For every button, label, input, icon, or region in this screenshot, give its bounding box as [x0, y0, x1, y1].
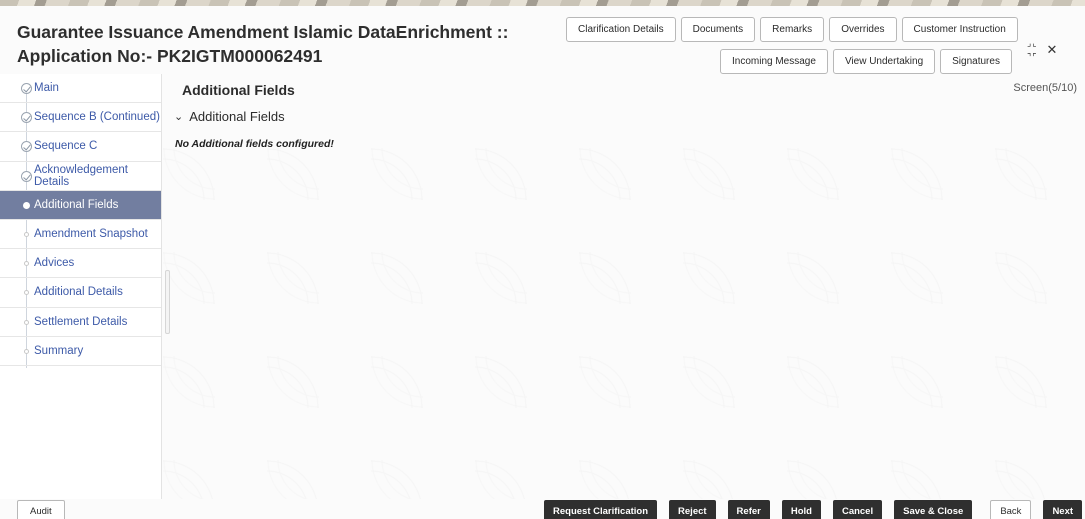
overrides-button[interactable]: Overrides	[829, 17, 897, 42]
completed-check-icon	[21, 112, 32, 124]
additional-fields-section-toggle[interactable]: ⌄ Additional Fields	[174, 109, 285, 124]
sidebar-item-label: Additional Details	[34, 286, 123, 299]
pending-step-icon	[24, 290, 29, 296]
current-step-icon	[23, 201, 30, 209]
back-button[interactable]: Back	[990, 500, 1032, 519]
documents-button[interactable]: Documents	[680, 17, 756, 42]
collapse-icon[interactable]: ⌟⌞ ⌝⌜	[1027, 36, 1037, 64]
incoming-message-button[interactable]: Incoming Message	[720, 49, 828, 74]
sidebar-item-sequence-c[interactable]: Sequence C	[0, 132, 161, 162]
completed-check-icon	[21, 141, 32, 153]
sidebar-item-label: Main	[34, 82, 59, 95]
sidebar-item-label: Sequence C	[34, 140, 98, 153]
completed-check-icon	[21, 83, 32, 94]
page-title: Guarantee Issuance Amendment Islamic Dat…	[17, 20, 557, 68]
sidebar-item-label: Acknowledgement Details	[34, 163, 128, 188]
sidebar-item-label: Sequence B (Continued)	[34, 111, 160, 124]
sidebar-item-label: Settlement Details	[34, 315, 128, 328]
sidebar-item-label: Advices	[34, 257, 75, 270]
sidebar-item-advices[interactable]: Advices	[0, 249, 161, 279]
chevron-down-icon: ⌄	[174, 111, 184, 123]
completed-check-icon	[21, 170, 32, 182]
close-icon[interactable]: ✕	[1046, 43, 1057, 57]
header: Guarantee Issuance Amendment Islamic Dat…	[0, 6, 1085, 74]
sidebar-item-acknowledgement-details[interactable]: Acknowledgement Details	[0, 162, 161, 191]
view-undertaking-button[interactable]: View Undertaking	[832, 49, 936, 74]
request-clarification-button[interactable]: Request Clarification	[544, 500, 658, 519]
pending-step-icon	[24, 319, 29, 325]
application-number: Application No:- PK2IGTM000062491	[17, 46, 323, 66]
signatures-button[interactable]: Signatures	[940, 49, 1012, 74]
section-title: Additional Fields	[182, 82, 295, 98]
sidebar-item-summary[interactable]: Summary	[0, 337, 161, 366]
sidebar-item-sequence-b-continued[interactable]: Sequence B (Continued)	[0, 103, 161, 133]
page-title-line1: Guarantee Issuance Amendment Islamic Dat…	[17, 22, 509, 42]
header-buttons-row1: Clarification Details Documents Remarks …	[566, 17, 1018, 42]
pending-step-icon	[24, 261, 29, 267]
remarks-button[interactable]: Remarks	[760, 17, 825, 42]
next-button[interactable]: Next	[1043, 500, 1083, 519]
sidebar-item-settlement-details[interactable]: Settlement Details	[0, 308, 161, 337]
app-window: Guarantee Issuance Amendment Islamic Dat…	[0, 0, 1085, 519]
reject-button[interactable]: Reject	[669, 500, 716, 519]
sidebar-item-amendment-snapshot[interactable]: Amendment Snapshot	[0, 220, 161, 250]
footer-actions: Request Clarification Reject Refer Hold …	[544, 500, 1083, 519]
hold-button[interactable]: Hold	[781, 500, 821, 519]
sidebar-item-label: Summary	[34, 344, 84, 357]
screen-indicator: Screen(5/10)	[1013, 82, 1077, 94]
subsection-label: Additional Fields	[189, 109, 285, 124]
sidebar-item-label: Additional Fields	[34, 198, 119, 211]
header-buttons-row2: Incoming Message View Undertaking Signat…	[720, 49, 1012, 74]
refer-button[interactable]: Refer	[727, 500, 770, 519]
save-and-close-button[interactable]: Save & Close	[894, 500, 973, 519]
sidebar-item-label: Amendment Snapshot	[34, 228, 148, 241]
pending-step-icon	[24, 231, 29, 237]
sidebar-item-main[interactable]: Main	[0, 74, 161, 104]
sidebar-nav: Main Sequence B (Continued) Sequence C A…	[0, 74, 162, 499]
footer-bar: Audit Request Clarification Reject Refer…	[0, 499, 1085, 519]
sidebar-item-additional-details[interactable]: Additional Details	[0, 278, 161, 308]
cancel-button[interactable]: Cancel	[832, 500, 883, 519]
pending-step-icon	[24, 348, 29, 354]
main-content: Additional Fields Screen(5/10) ⌄ Additio…	[163, 74, 1085, 499]
empty-state-message: No Additional fields configured!	[175, 138, 334, 150]
customer-instruction-button[interactable]: Customer Instruction	[901, 17, 1018, 42]
window-controls: ⌟⌞ ⌝⌜ ✕	[1027, 36, 1057, 64]
clarification-details-button[interactable]: Clarification Details	[566, 17, 676, 42]
audit-button[interactable]: Audit	[17, 500, 65, 519]
sidebar-item-additional-fields[interactable]: Additional Fields	[0, 190, 161, 220]
